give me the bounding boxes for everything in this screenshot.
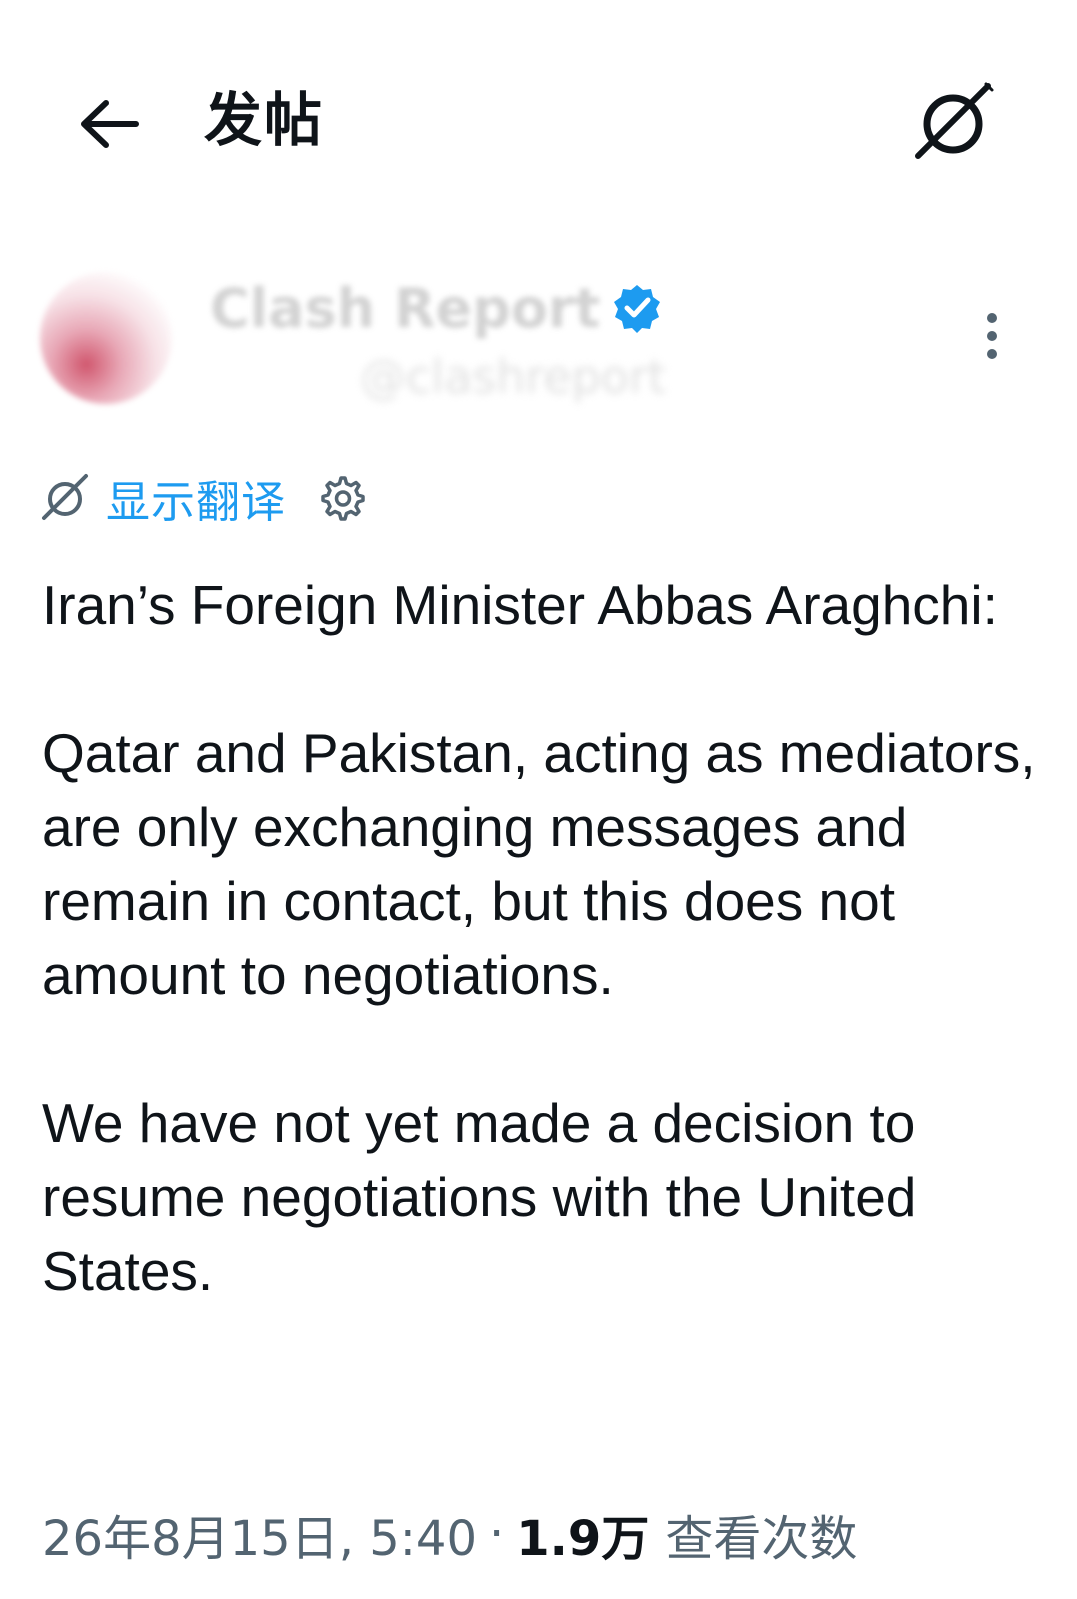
- post-timestamp[interactable]: 26年8月15日, 5:40: [42, 1499, 477, 1569]
- author-name[interactable]: Clash Report: [210, 277, 600, 340]
- arrow-left-icon: [81, 100, 139, 148]
- more-options-button[interactable]: [970, 306, 1014, 366]
- back-button[interactable]: [70, 86, 146, 162]
- gear-icon[interactable]: [316, 473, 366, 523]
- more-vertical-icon: [987, 313, 997, 359]
- verified-badge-icon: [614, 285, 661, 333]
- show-translation-link[interactable]: 显示翻译: [106, 466, 286, 530]
- post-paragraph: Iran’s Foreign Minister Abbas Araghchi:: [42, 574, 998, 636]
- post-meta: 26年8月15日, 5:40 · 1.9万 查看次数: [42, 1496, 1052, 1572]
- post-paragraph: We have not yet made a decision to resum…: [42, 1092, 917, 1302]
- post-paragraph: Qatar and Pakistan, acting as mediators,…: [42, 722, 1036, 1006]
- meta-separator: ·: [489, 1506, 505, 1562]
- author-handle[interactable]: @clashreport: [360, 350, 666, 404]
- grok-translate-icon: [40, 473, 90, 523]
- page-title: 发帖: [204, 86, 325, 154]
- author-row: Clash Report @clashreport: [0, 262, 1077, 412]
- top-bar: 发帖: [0, 0, 1077, 220]
- meta-fade-overlay: [892, 1496, 1052, 1572]
- grok-icon: [915, 82, 994, 159]
- grok-button[interactable]: [908, 78, 998, 168]
- author-name-block[interactable]: Clash Report: [210, 272, 662, 344]
- view-count: 1.9万: [516, 1511, 650, 1567]
- translate-row: 显示翻译: [40, 466, 366, 530]
- view-count-label: 查看次数: [665, 1511, 858, 1567]
- post-text: Iran’s Foreign Minister Abbas Araghchi: …: [42, 568, 1042, 1308]
- avatar[interactable]: [40, 272, 172, 404]
